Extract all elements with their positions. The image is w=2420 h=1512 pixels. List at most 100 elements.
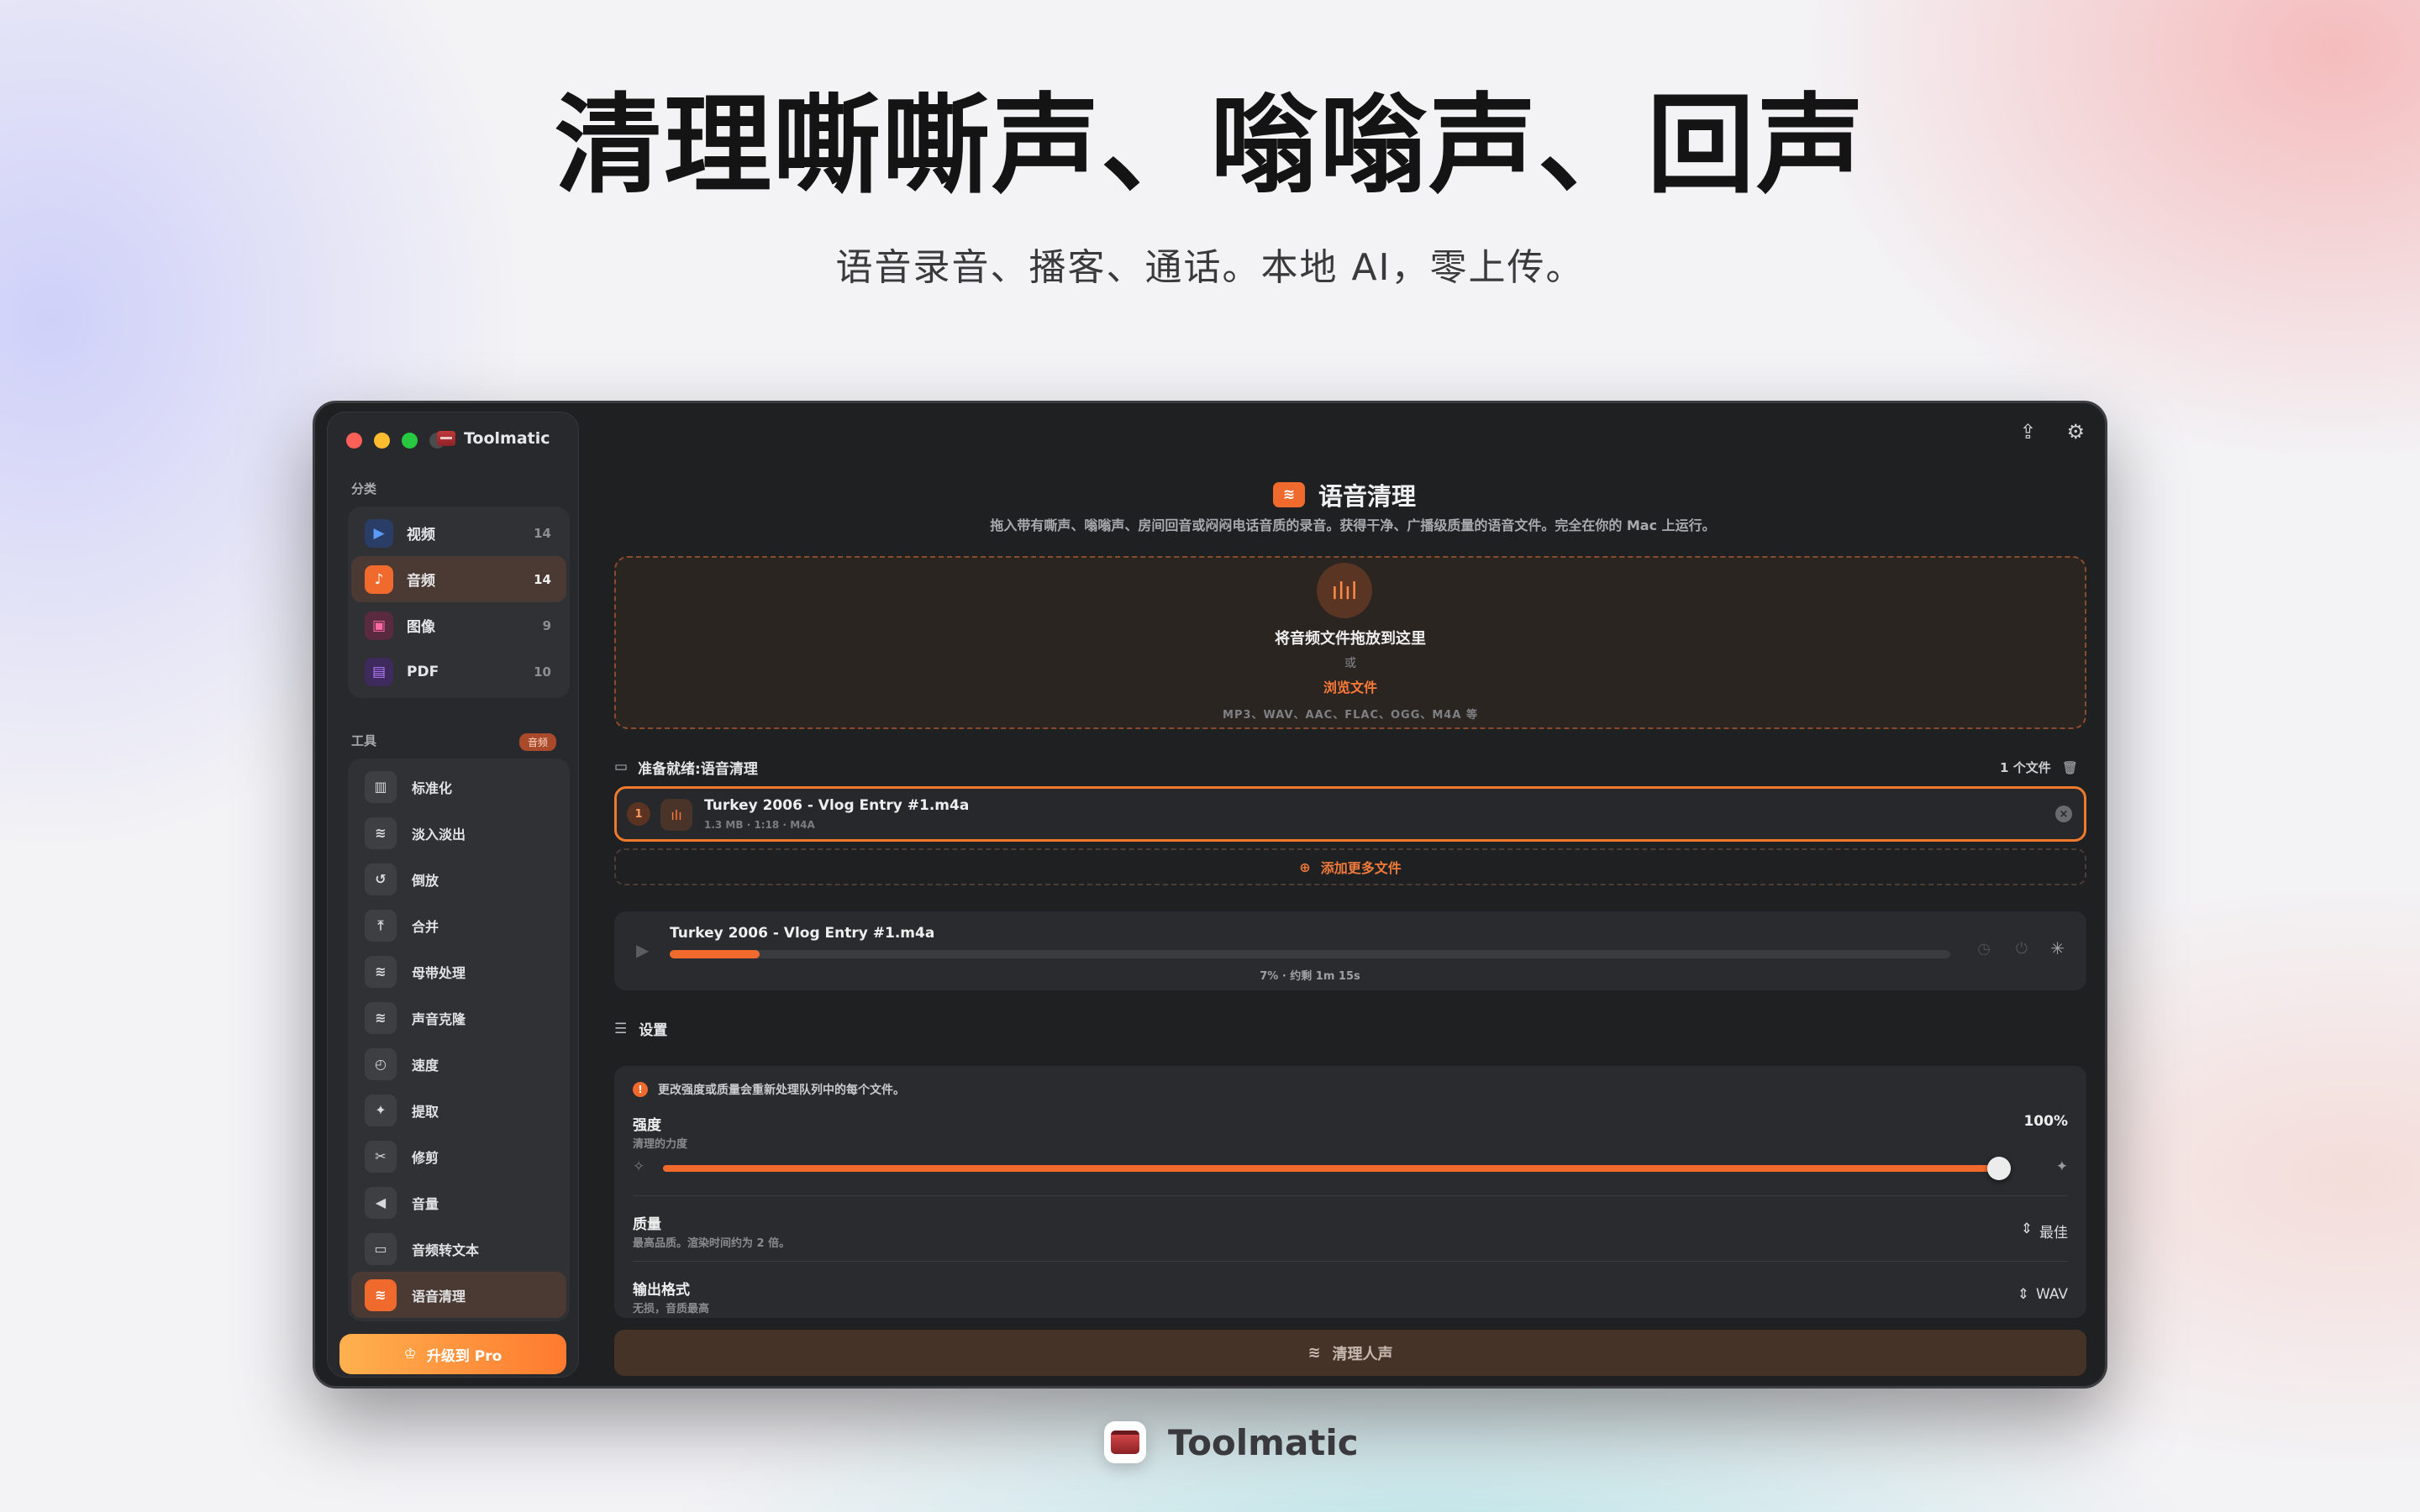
quality-label: 质量 [633, 1216, 661, 1233]
app-title: Toolmatic [437, 429, 550, 448]
quality-select[interactable]: ⇕ 最佳 [2021, 1221, 2068, 1242]
browse-files-link[interactable]: 浏览文件 [616, 676, 2085, 696]
tool-label: 合并 [412, 918, 439, 935]
tool-label: 提取 [412, 1103, 439, 1120]
add-more-label: 添加更多文件 [1320, 860, 1402, 876]
hero-subtitle: 语音录音、播客、通话。本地 AI，零上传。 [835, 246, 1585, 289]
player-file-name: Turkey 2006 - Vlog Entry #1.m4a [670, 925, 935, 942]
tool-label: 声音克隆 [412, 1011, 466, 1027]
quality-value: 最佳 [2039, 1225, 2068, 1242]
reverse-icon: ↺ [365, 863, 397, 895]
transcribe-icon: ▭ [365, 1232, 397, 1265]
tool-voice-clean[interactable]: ≋ 语音清理 [351, 1272, 566, 1318]
tool-voice-clone[interactable]: ≋ 声音克隆 [351, 995, 566, 1041]
queue-file-item[interactable]: 1 ılı Turkey 2006 - Vlog Entry #1.m4a 1.… [614, 786, 2086, 842]
category-label: 视频 [407, 527, 435, 543]
queue-title: 准备就绪:语音清理 [638, 760, 758, 778]
zoom-window-button[interactable] [402, 433, 418, 449]
strength-slider-fill [663, 1165, 1999, 1172]
drop-zone[interactable]: ılıl 将音频文件拖放到这里 或 浏览文件 MP3、WAV、AAC、FLAC、… [614, 556, 2086, 729]
tools-category-badge: 音频 [518, 733, 556, 751]
category-pdf[interactable]: ▤ PDF 10 [351, 648, 566, 695]
supported-formats: MP3、WAV、AAC、FLAC、OGG、M4A 等 [1223, 709, 1478, 722]
category-audio[interactable]: ♪ 音频 14 [351, 556, 566, 602]
queue-count: 1 个文件 [2000, 760, 2051, 775]
tool-extract[interactable]: ✦ 提取 [351, 1087, 566, 1133]
page-title-text: 语音清理 [1318, 482, 1417, 511]
strength-slider[interactable] [663, 1157, 2011, 1180]
remove-file-icon[interactable]: × [2055, 806, 2072, 822]
cta-label: 清理人声 [1332, 1345, 1393, 1363]
category-image[interactable]: ▣ 图像 9 [351, 602, 566, 648]
gear-icon[interactable]: ⚙ [2066, 420, 2085, 444]
tool-label: 标准化 [412, 780, 453, 796]
quality-description: 最高品质。渲染时间约为 2 倍。 [633, 1237, 791, 1250]
tool-mastering[interactable]: ≋ 母带处理 [351, 948, 566, 995]
waveform-icon: ılıl [1317, 563, 1372, 618]
extract-icon: ✦ [365, 1094, 397, 1126]
minimize-window-button[interactable] [374, 433, 390, 449]
hero-title: 清理嘶嘶声、嗡嗡声、回声 [554, 83, 1865, 208]
tool-reverse[interactable]: ↺ 倒放 [351, 856, 566, 902]
document-icon: ▤ [365, 657, 393, 686]
file-meta: 1.3 MB · 1:18 · M4A [704, 819, 815, 831]
tool-fade[interactable]: ≋ 淡入淡出 [351, 810, 566, 856]
tool-merge[interactable]: ⤒ 合并 [351, 902, 566, 948]
fade-icon: ≋ [365, 816, 397, 849]
tool-speed[interactable]: ◴ 速度 [351, 1041, 566, 1087]
settings-panel: ! 更改强度或质量会重新处理队列中的每个文件。 强度 清理的力度 100% ✧ … [614, 1066, 2086, 1318]
voice-clean-icon: ≋ [1273, 482, 1305, 507]
format-select[interactable]: ⇕ WAV [2018, 1286, 2068, 1303]
toolbox-logo-icon [437, 431, 455, 446]
divider [633, 1195, 2068, 1196]
settings-notice-text: 更改强度或质量会重新处理队列中的每个文件。 [658, 1084, 905, 1097]
strength-slider-knob[interactable] [1987, 1157, 2011, 1180]
queue-count-area: 1 个文件 🗑 [2000, 759, 2078, 776]
merge-icon: ⤒ [365, 909, 397, 942]
share-icon[interactable]: ⇪ [2019, 420, 2036, 444]
settings-header: ☰ 设置 [614, 1018, 668, 1040]
tool-label: 语音清理 [412, 1288, 466, 1305]
categories-label: 分类 [351, 481, 377, 496]
mastering-icon: ≋ [365, 955, 397, 988]
footer-brand: Toolmatic [1104, 1421, 1359, 1463]
tool-normalize[interactable]: ▥ 标准化 [351, 764, 566, 810]
tool-trim[interactable]: ✂ 修剪 [351, 1133, 566, 1179]
drop-zone-or: 或 [1344, 657, 1356, 670]
tool-volume[interactable]: ◀ 音量 [351, 1179, 566, 1226]
strength-label: 强度 [633, 1117, 661, 1134]
divider [633, 1261, 2068, 1262]
add-more-files-button[interactable]: ⊕ 添加更多文件 [614, 848, 2086, 885]
upgrade-label: 升级到 Pro [426, 1347, 502, 1365]
tool-label: 音频转文本 [412, 1242, 480, 1258]
category-video[interactable]: ▶ 视频 14 [351, 510, 566, 556]
spinner-icon: ✳ [2050, 938, 2065, 958]
category-label: 图像 [407, 619, 435, 636]
category-count: 9 [542, 617, 551, 633]
strength-description: 清理的力度 [633, 1138, 688, 1151]
sliders-icon: ☰ [614, 1020, 628, 1037]
format-value: WAV [2035, 1286, 2068, 1303]
voice-clean-icon: ≋ [1307, 1344, 1321, 1362]
close-window-button[interactable] [346, 433, 362, 449]
clock-icon: ◷ [1977, 940, 1991, 958]
trash-icon[interactable]: 🗑 [2062, 760, 2078, 775]
settings-title: 设置 [639, 1022, 668, 1039]
tool-label: 修剪 [412, 1149, 439, 1166]
clean-voice-button[interactable]: ≋ 清理人声 [614, 1330, 2086, 1376]
category-label: PDF [407, 663, 439, 680]
category-count: 10 [534, 664, 551, 680]
upgrade-pro-button[interactable]: ♔ 升级到 Pro [339, 1334, 566, 1374]
brand-name: Toolmatic [1168, 1421, 1359, 1463]
tool-label: 母带处理 [412, 964, 466, 981]
normalize-icon: ▥ [365, 770, 397, 803]
audio-file-icon: ılı [660, 799, 692, 831]
tray-icon: ▭ [614, 759, 629, 775]
wand-icon: ✦ [2055, 1158, 2068, 1175]
image-icon: ▣ [365, 611, 393, 640]
toolbar-right: ⇪ ⚙ [2019, 420, 2085, 444]
voice-clone-icon: ≋ [365, 1001, 397, 1034]
drop-zone-title: 将音频文件拖放到这里 [1275, 630, 1426, 648]
tool-transcribe[interactable]: ▭ 音频转文本 [351, 1226, 566, 1272]
play-icon[interactable]: ▶ [636, 940, 649, 960]
